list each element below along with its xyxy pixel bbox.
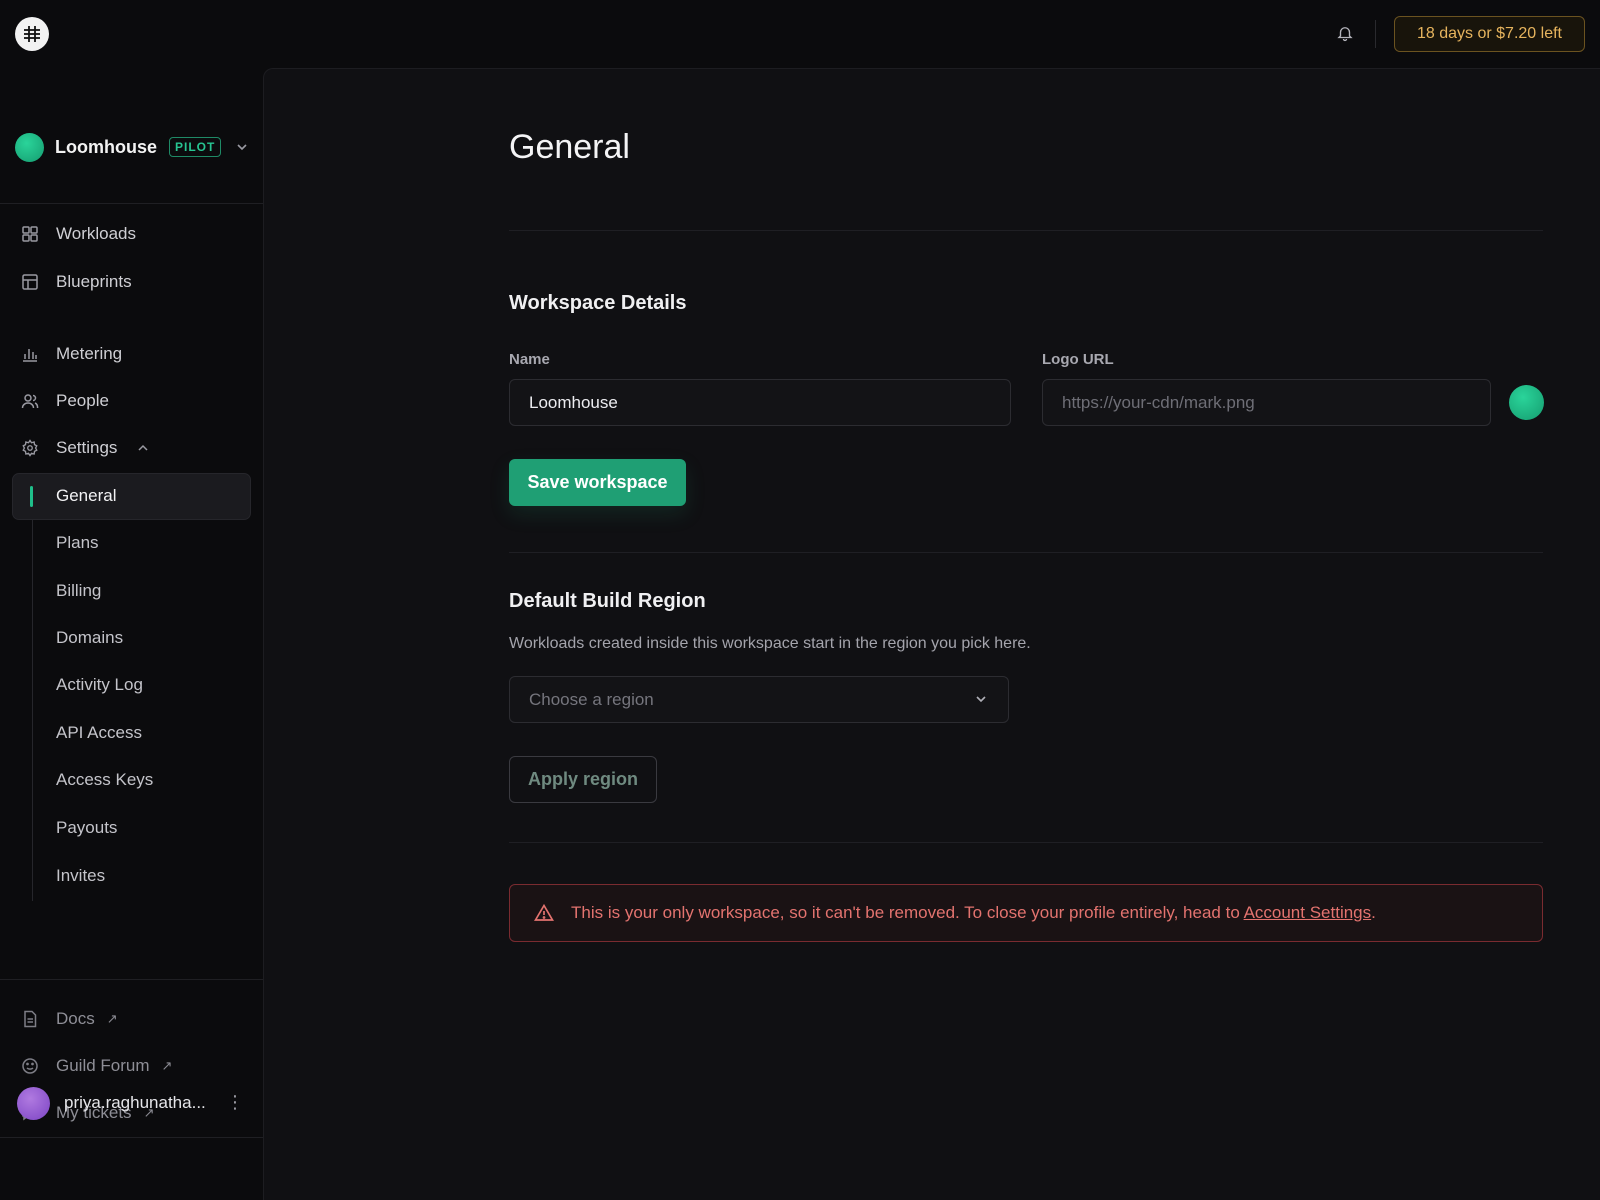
- section-title-workspace-details: Workspace Details: [509, 292, 687, 314]
- sidebar-item-access-keys[interactable]: Access Keys: [56, 763, 246, 797]
- chevron-up-icon[interactable]: [137, 442, 149, 454]
- plan-badge: PILOT: [169, 137, 222, 157]
- sidebar-item-domains[interactable]: Domains: [56, 621, 246, 655]
- sidebar-item-payouts[interactable]: Payouts: [56, 811, 246, 845]
- top-bar: 18 days or $7.20 left: [0, 0, 1600, 68]
- sidebar-item-invites[interactable]: Invites: [56, 859, 246, 893]
- external-link-icon: ↗: [106, 1011, 118, 1026]
- sidebar-item-metering[interactable]: Metering: [20, 336, 240, 372]
- section-divider: [509, 230, 1543, 231]
- users-icon: [20, 391, 40, 411]
- sidebar-item-activity-log[interactable]: Activity Log: [56, 668, 246, 702]
- section-divider: [509, 842, 1543, 843]
- gear-icon: [20, 438, 40, 458]
- sidebar-item-blueprints[interactable]: Blueprints: [20, 264, 240, 300]
- sidebar-item-settings[interactable]: Settings: [20, 430, 240, 466]
- apply-region-button[interactable]: Apply region: [509, 756, 657, 803]
- main-panel: [263, 68, 1600, 1200]
- sidebar: Loomhouse PILOT Workloads Blueprints Met…: [0, 68, 263, 1200]
- document-icon: [20, 1009, 40, 1029]
- submenu-guide-line: [32, 485, 33, 901]
- name-label: Name: [509, 351, 550, 368]
- sidebar-item-workloads[interactable]: Workloads: [20, 216, 240, 252]
- workspace-name: Loomhouse: [55, 136, 157, 157]
- sidebar-divider: [0, 979, 263, 980]
- sidebar-divider: [0, 203, 263, 204]
- workspace-delete-alert: This is your only workspace, so it can't…: [509, 884, 1543, 942]
- topbar-divider: [1375, 20, 1376, 48]
- table-icon: [20, 272, 40, 292]
- bell-icon[interactable]: [1334, 22, 1356, 44]
- region-description: Workloads created inside this workspace …: [509, 635, 1031, 652]
- alert-message: This is your only workspace, so it can't…: [571, 903, 1244, 922]
- trial-badge[interactable]: 18 days or $7.20 left: [1394, 16, 1585, 52]
- sidebar-item-people[interactable]: People: [20, 383, 240, 419]
- region-select-placeholder: Choose a region: [529, 689, 654, 709]
- sidebar-link-label: Guild Forum: [56, 1056, 150, 1075]
- sidebar-divider: [0, 1137, 263, 1138]
- account-settings-link[interactable]: Account Settings: [1244, 903, 1372, 922]
- sidebar-item-general[interactable]: General: [56, 479, 246, 513]
- page-title: General: [509, 128, 630, 166]
- region-select[interactable]: Choose a region: [509, 676, 1009, 723]
- workspace-avatar: [15, 132, 44, 162]
- section-title-default-build-region: Default Build Region: [509, 590, 706, 612]
- logo-url-input[interactable]: [1042, 379, 1491, 426]
- section-divider: [509, 552, 1543, 553]
- logo-preview: [1509, 385, 1544, 420]
- sidebar-item-label: Blueprints: [56, 272, 132, 291]
- alert-text: This is your only workspace, so it can't…: [571, 903, 1376, 923]
- sidebar-item-label: Metering: [56, 344, 123, 363]
- sidebar-link-guild-forum[interactable]: Guild Forum ↗: [20, 1048, 240, 1084]
- smile-icon: [20, 1056, 40, 1076]
- user-name: priya.raghunatha...: [64, 1093, 206, 1112]
- chevron-down-icon: [974, 691, 988, 711]
- warning-icon: [534, 902, 556, 924]
- sidebar-item-label: Settings: [56, 438, 118, 457]
- more-vertical-icon[interactable]: ⋮: [226, 1092, 244, 1113]
- avatar: [17, 1086, 50, 1120]
- sidebar-item-api-access[interactable]: API Access: [56, 716, 246, 750]
- sidebar-item-label: Workloads: [56, 224, 136, 243]
- save-workspace-button[interactable]: Save workspace: [509, 459, 686, 506]
- active-indicator: [30, 486, 33, 507]
- sidebar-link-docs[interactable]: Docs ↗: [20, 1001, 240, 1037]
- alert-suffix: .: [1371, 903, 1376, 922]
- grid-icon: [20, 224, 40, 244]
- workspace-switcher[interactable]: Loomhouse PILOT: [15, 132, 255, 162]
- sidebar-item-billing[interactable]: Billing: [56, 574, 246, 608]
- external-link-icon: ↗: [161, 1058, 173, 1073]
- logo-url-label: Logo URL: [1042, 351, 1114, 368]
- grid-logo-icon[interactable]: [15, 17, 49, 51]
- bar-chart-icon: [20, 344, 40, 364]
- sidebar-item-plans[interactable]: Plans: [56, 526, 246, 560]
- workspace-name-input[interactable]: [509, 379, 1011, 426]
- sidebar-item-label: People: [56, 391, 109, 410]
- sidebar-link-label: Docs: [56, 1009, 95, 1028]
- chevron-down-icon[interactable]: [235, 140, 249, 159]
- user-menu[interactable]: priya.raghunatha... ⋮: [17, 1086, 252, 1120]
